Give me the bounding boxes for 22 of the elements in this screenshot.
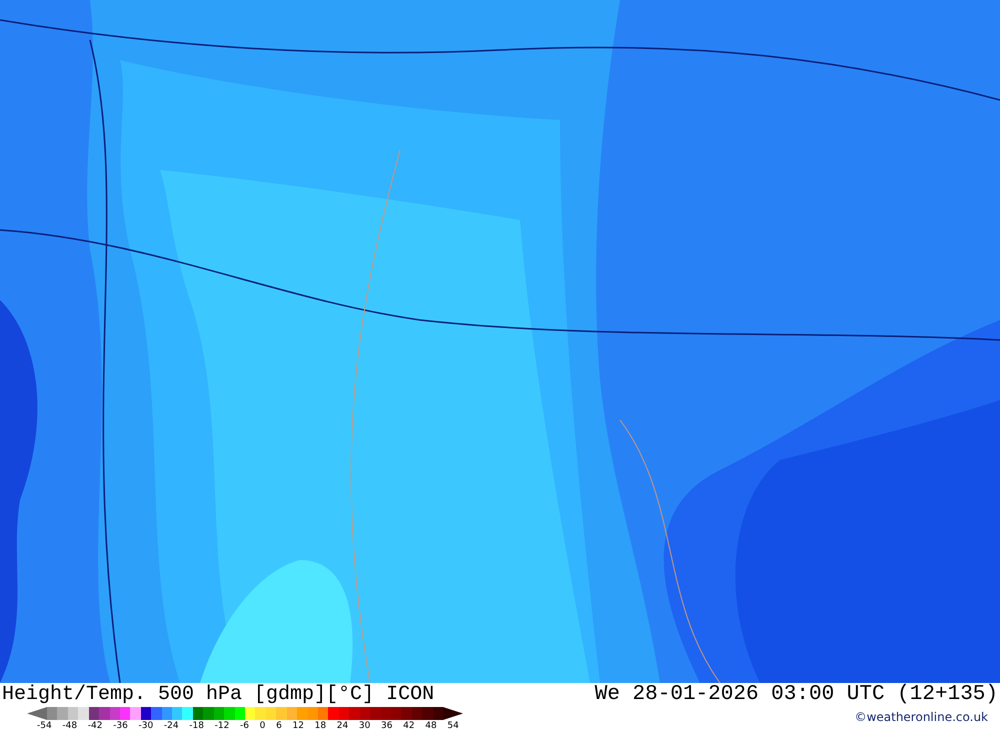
scale-label: -36 — [113, 720, 128, 732]
scale-label: -42 — [88, 720, 102, 732]
map-title: Height/Temp. 500 hPa [gdmp][°C] ICON — [1, 683, 434, 707]
scale-label: -18 — [189, 720, 204, 732]
scale-label: 48 — [425, 720, 437, 732]
scale-label: 6 — [276, 720, 282, 732]
scale-label: -54 — [37, 720, 52, 732]
credit-link[interactable]: ©weatheronline.co.uk — [854, 710, 988, 724]
scale-label: 24 — [336, 720, 348, 732]
scale-label: 36 — [380, 720, 392, 732]
scale-label: 18 — [314, 720, 326, 732]
scale-label: -6 — [240, 720, 249, 732]
scale-label: -30 — [138, 720, 154, 732]
scale-label: -48 — [62, 720, 78, 732]
scale-label: 0 — [260, 720, 266, 732]
scale-label: 42 — [403, 720, 415, 732]
valid-time: We 28-01-2026 03:00 UTC (12+135) — [594, 683, 999, 707]
scale-label: 30 — [358, 720, 370, 732]
scale-label: -24 — [164, 720, 179, 732]
scale-label: -12 — [214, 720, 230, 732]
scale-label: 54 — [447, 720, 459, 732]
scale-label: 12 — [292, 720, 304, 732]
